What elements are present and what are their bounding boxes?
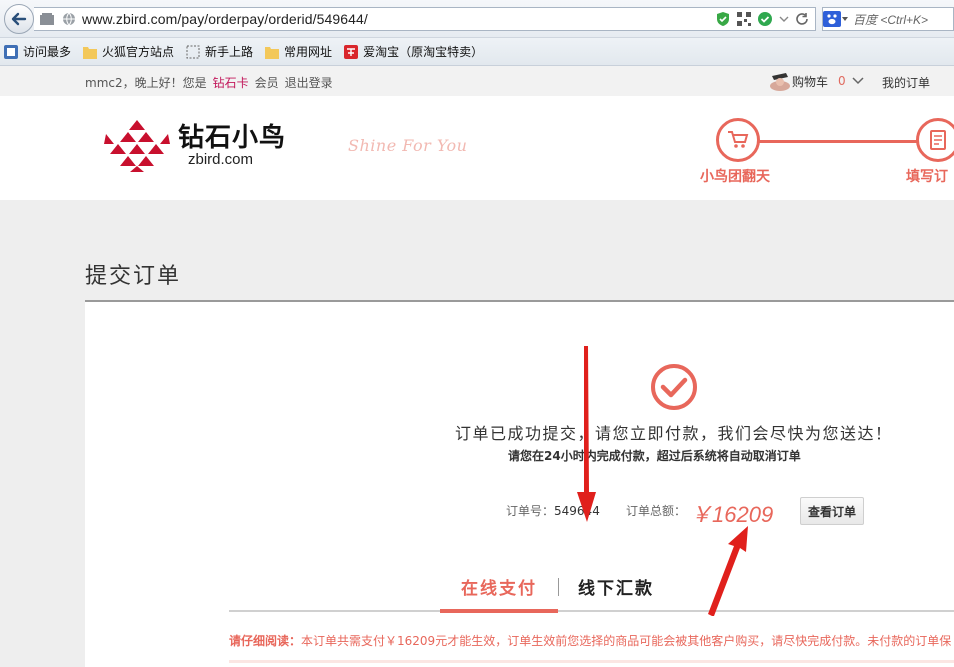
- bookmarks-bar: 访问最多 火狐官方站点 新手上路 常用网址 爱淘宝（原淘宝特卖）: [0, 38, 954, 66]
- qr-code-icon[interactable]: [737, 12, 751, 26]
- order-total-value: ￥16209: [690, 502, 774, 527]
- payment-deadline-message: 请您在24小时内完成付款，超过后系统将自动取消订单: [508, 449, 801, 463]
- url-icons: [715, 11, 809, 27]
- folder-icon: [265, 46, 280, 59]
- cart-label: 购物车: [792, 74, 829, 89]
- bookmark-taobao[interactable]: 爱淘宝（原淘宝特卖）: [344, 43, 483, 60]
- steps-progress-line: [756, 140, 920, 143]
- logo-chinese: 钻石小鸟: [178, 123, 287, 153]
- reload-icon[interactable]: [795, 12, 809, 26]
- folder-icon: [83, 46, 98, 59]
- search-placeholder: 百度 <Ctrl+K>: [853, 12, 929, 27]
- globe-icon[interactable]: [62, 12, 76, 26]
- bookmark-getting-started[interactable]: 新手上路: [186, 43, 253, 60]
- step-label-fill-order: 填写订: [906, 169, 948, 185]
- bookmark-label: 访问最多: [23, 45, 72, 59]
- step-cart: [716, 118, 760, 162]
- check-circle-icon[interactable]: [757, 11, 773, 27]
- search-dropdown-icon[interactable]: [841, 15, 849, 23]
- order-total-label: 订单总额：: [626, 504, 687, 518]
- order-number-label: 订单号：: [506, 504, 555, 518]
- cart-count: 0: [838, 74, 846, 88]
- bookmark-label: 爱淘宝（原淘宝特卖）: [363, 45, 484, 59]
- bookmark-most-visited[interactable]: 访问最多: [4, 43, 71, 60]
- cart-avatar-icon: [770, 73, 790, 91]
- bookmark-label: 火狐官方站点: [102, 45, 175, 59]
- my-orders-link[interactable]: 我的订单: [882, 74, 930, 91]
- shield-icon[interactable]: [715, 11, 731, 27]
- member-level-link[interactable]: 钻石卡: [213, 76, 249, 90]
- member-suffix: 会员: [254, 76, 279, 90]
- site-slogan: Shine For You: [348, 136, 468, 155]
- site-topbar: mmc2，晚上好！您是 钻石卡 会员 退出登录 购物车 0 我的订单: [0, 66, 954, 96]
- tabs-divider: [229, 610, 954, 612]
- bookmark-common-sites[interactable]: 常用网址: [265, 43, 332, 60]
- chevron-down-icon: [852, 77, 864, 85]
- notice-label: 请仔细阅读：: [229, 634, 302, 648]
- active-tab-indicator: [440, 609, 558, 613]
- logo-english: zbird.com: [188, 151, 254, 168]
- browser-toolbar: www.zbird.com/pay/orderpay/orderid/54964…: [0, 0, 954, 38]
- logout-link[interactable]: 退出登录: [285, 76, 333, 90]
- site-logo[interactable]: 钻石小鸟 zbird.com: [104, 120, 286, 172]
- view-order-button[interactable]: 查看订单: [800, 497, 864, 525]
- order-number-value: 549644: [554, 504, 600, 518]
- user-name: mmc2，晚上好！您是: [85, 76, 207, 90]
- order-number: 订单号：549644: [506, 502, 600, 519]
- diamond-logo-icon: [104, 120, 170, 172]
- most-visited-icon: [4, 44, 18, 59]
- page-info-icon[interactable]: [40, 13, 54, 25]
- step-label-group-buy: 小鸟团翻天: [700, 169, 770, 185]
- tab-separator: [558, 578, 559, 596]
- page-title: 提交订单: [85, 264, 182, 289]
- document-icon: [930, 130, 946, 150]
- site-header: 钻石小鸟 zbird.com Shine For You 小鸟团翻天 填写订: [0, 96, 954, 200]
- back-button[interactable]: [4, 4, 34, 34]
- tab-offline-transfer[interactable]: 线下汇款: [578, 574, 654, 599]
- user-greeting: mmc2，晚上好！您是 钻石卡 会员 退出登录: [85, 74, 339, 91]
- cart-link[interactable]: 购物车 0: [768, 70, 864, 92]
- dropdown-icon[interactable]: [779, 14, 789, 24]
- tab-online-payment[interactable]: 在线支付: [440, 574, 558, 610]
- baidu-paw-icon[interactable]: [823, 11, 841, 27]
- notice-text: 本订单共需支付￥16209元才能生效，订单生效前您选择的商品可能会被其他客户购买…: [301, 634, 952, 648]
- payment-notice: 请仔细阅读：本订单共需支付￥16209元才能生效，订单生效前您选择的商品可能会被…: [229, 632, 951, 649]
- taobao-icon: [344, 44, 359, 59]
- step-fill-order: [916, 118, 954, 162]
- success-message: 订单已成功提交，请您立即付款，我们会尽快为您送达！: [455, 424, 893, 443]
- bookmark-label: 常用网址: [284, 45, 333, 59]
- url-text: www.zbird.com/pay/orderpay/orderid/54964…: [82, 11, 368, 27]
- success-check-icon: [651, 364, 697, 410]
- search-field[interactable]: 百度 <Ctrl+K>: [822, 7, 954, 31]
- dashed-folder-icon: [186, 45, 200, 58]
- cart-icon: [728, 131, 749, 148]
- url-field[interactable]: www.zbird.com/pay/orderpay/orderid/54964…: [34, 7, 816, 31]
- back-arrow-icon: [11, 12, 27, 26]
- bookmark-label: 新手上路: [205, 45, 254, 59]
- notice-divider: [229, 660, 954, 663]
- bookmark-firefox-official[interactable]: 火狐官方站点: [83, 43, 174, 60]
